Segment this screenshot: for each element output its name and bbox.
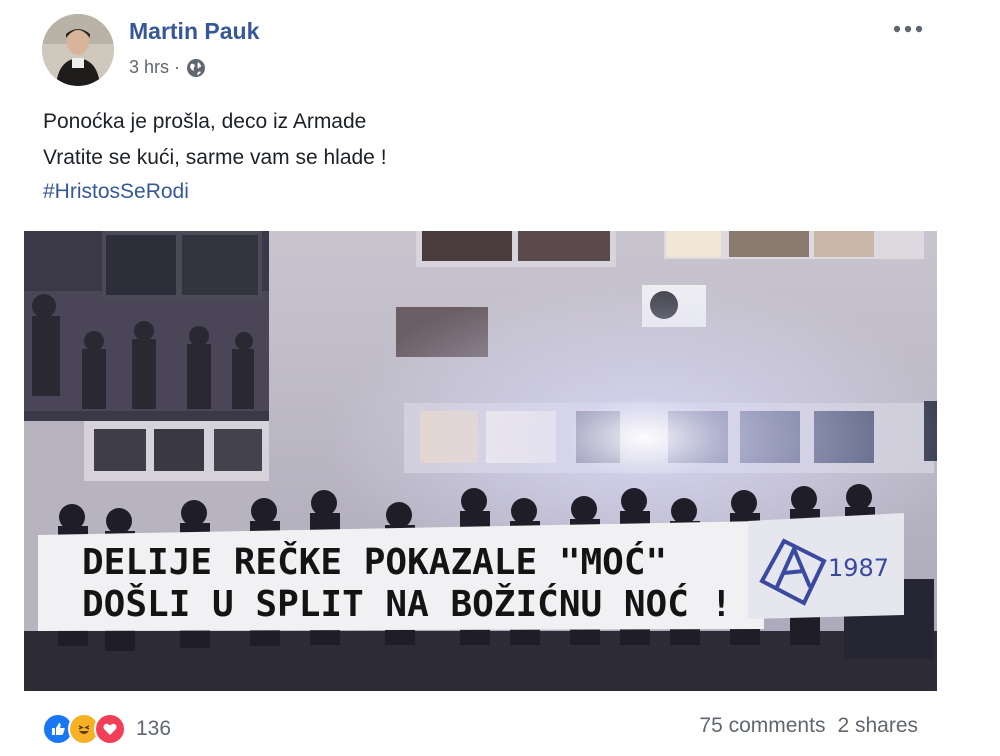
more-options-icon[interactable] [886,12,930,46]
author-name[interactable]: Martin Pauk [129,18,259,45]
facebook-post: Martin Pauk 3 hrs · Ponoćka je prošla, d… [0,0,1000,756]
banner-mark-text: 1987 [828,554,889,582]
post-text-line: Ponoćka je prošla, deco iz Armade [43,110,367,133]
post-timestamp[interactable]: 3 hrs · [129,57,180,78]
reaction-summary[interactable]: 136 [42,713,171,745]
post-meta: 3 hrs · [129,57,206,78]
globe-icon[interactable] [186,58,206,78]
love-icon [94,713,126,745]
avatar[interactable] [42,14,114,86]
post-text-line: Vratite se kući, sarme vam se hlade ! [43,146,387,169]
banner-text-line2: DOŠLI U SPLIT NA BOŽIĆNU NOĆ ! [82,583,732,625]
post-text: Ponoćka je prošla, deco iz Armade Vratit… [43,104,387,176]
reaction-count[interactable]: 136 [136,717,171,741]
comments-count-link[interactable]: 75 comments [699,714,825,738]
hashtag-link[interactable]: #HristosSeRodi [43,180,189,204]
shares-count-link[interactable]: 2 shares [837,714,918,738]
post-photo[interactable]: DELIJE REČKE POKAZALE "MOĆ" DOŠLI U SPLI… [24,231,937,691]
engagement-stats: 75 comments 2 shares [699,714,918,738]
banner-text-line1: DELIJE REČKE POKAZALE "MOĆ" [82,541,667,583]
